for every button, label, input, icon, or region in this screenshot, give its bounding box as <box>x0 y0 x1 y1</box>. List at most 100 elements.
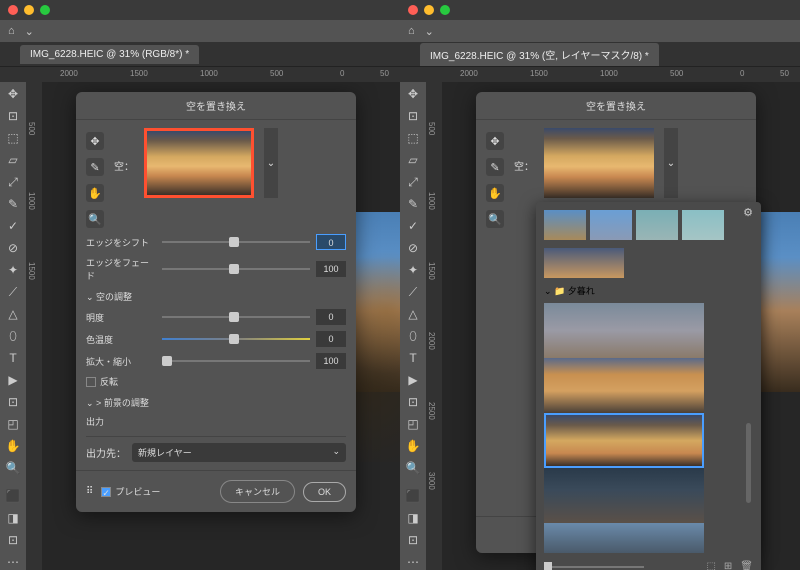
document-tab[interactable]: IMG_6228.HEIC @ 31% (空, レイヤーマスク/8) * <box>420 43 659 66</box>
gear-icon[interactable]: ⚙ <box>743 206 753 219</box>
zoom-sky-icon[interactable]: 🔍 <box>486 210 504 228</box>
scale-value[interactable]: 100 <box>316 353 346 369</box>
mask-mode-icon[interactable]: ◨ <box>4 510 22 526</box>
sky-preset[interactable] <box>544 303 704 358</box>
screen-mode-icon[interactable]: ⊡ <box>404 532 422 548</box>
document-tab[interactable]: IMG_6228.HEIC @ 31% (RGB/8*) * <box>20 45 199 64</box>
eyedropper-tool-icon[interactable]: ✎ <box>4 196 22 212</box>
thumb-zoom-slider[interactable] <box>544 566 644 568</box>
select-tool-icon[interactable]: ▱ <box>4 152 22 168</box>
more-tools-icon[interactable]: ⋯ <box>404 554 422 570</box>
close-dot[interactable] <box>8 5 18 15</box>
eyedropper-tool-icon[interactable]: ✎ <box>404 196 422 212</box>
chevron-down-icon[interactable]: ⌄ <box>425 25 434 38</box>
rect-tool-icon[interactable]: ⊡ <box>4 394 22 410</box>
history-tool-icon[interactable]: ⟋ <box>404 284 422 300</box>
hand-sky-icon[interactable]: ✋ <box>86 184 104 202</box>
sky-dropdown-icon[interactable]: ⌄ <box>664 128 678 198</box>
move-tool-icon[interactable]: ✥ <box>404 86 422 102</box>
ok-button[interactable]: OK <box>303 482 346 502</box>
shape-tool-icon[interactable]: ◰ <box>4 416 22 432</box>
preview-checkbox[interactable]: ✓プレビュー <box>101 485 160 498</box>
new-icon[interactable]: ⊞ <box>724 561 732 570</box>
edge-shift-value[interactable]: 0 <box>316 234 346 250</box>
home-icon[interactable]: ⌂ <box>408 25 415 37</box>
crop-tool-icon[interactable]: ⤢ <box>404 174 422 190</box>
healing-tool-icon[interactable]: ✓ <box>4 218 22 234</box>
edge-fade-value[interactable]: 100 <box>316 261 346 277</box>
select-tool-icon[interactable]: ▱ <box>404 152 422 168</box>
sky-preset[interactable] <box>544 358 704 413</box>
scale-slider[interactable] <box>162 360 310 362</box>
brush-tool-icon[interactable]: ⊘ <box>404 240 422 256</box>
stamp-tool-icon[interactable]: ✦ <box>4 262 22 278</box>
preset-scrollbar[interactable] <box>746 423 751 503</box>
hand-sky-icon[interactable]: ✋ <box>486 184 504 202</box>
marquee-tool-icon[interactable]: ⊡ <box>4 108 22 124</box>
folder-sunset[interactable]: ⌄ 📁 夕暮れ <box>544 284 753 297</box>
path-tool-icon[interactable]: ▶ <box>404 372 422 388</box>
screen-mode-icon[interactable]: ⊡ <box>4 532 22 548</box>
category-thumb[interactable] <box>544 210 586 240</box>
color-temp-slider[interactable] <box>162 338 310 340</box>
sky-preset[interactable] <box>544 468 704 523</box>
brightness-slider[interactable] <box>162 316 310 318</box>
trash-icon[interactable]: 🗑 <box>740 561 753 570</box>
hand-tool-icon[interactable]: ✋ <box>4 438 22 454</box>
marquee-tool-icon[interactable]: ⊡ <box>404 108 422 124</box>
zoom-tool-icon[interactable]: 🔍 <box>4 460 22 476</box>
foreground-section[interactable]: > 前景の調整 <box>86 396 346 409</box>
type-tool-icon[interactable]: T <box>404 350 422 366</box>
move-tool-icon[interactable]: ✥ <box>4 86 22 102</box>
minimize-dot[interactable] <box>24 5 34 15</box>
move-sky-icon[interactable]: ✥ <box>86 132 104 150</box>
canvas-area[interactable]: 500 1000 1500 2000 2500 3000 空を置き換え ✥ ✎ … <box>426 82 800 570</box>
more-tools-icon[interactable]: ⋯ <box>4 554 22 570</box>
path-tool-icon[interactable]: ▶ <box>4 372 22 388</box>
mask-mode-icon[interactable]: ◨ <box>404 510 422 526</box>
shape-tool-icon[interactable]: ◰ <box>404 416 422 432</box>
category-thumb[interactable] <box>636 210 678 240</box>
brush-tool-icon[interactable]: ⊘ <box>4 240 22 256</box>
minimize-dot[interactable] <box>424 5 434 15</box>
edge-fade-slider[interactable] <box>162 268 310 270</box>
maximize-dot[interactable] <box>440 5 450 15</box>
eraser-tool-icon[interactable]: △ <box>4 306 22 322</box>
home-icon[interactable]: ⌂ <box>8 25 15 37</box>
sky-adjust-section[interactable]: 空の調整 <box>86 290 346 303</box>
brightness-value[interactable]: 0 <box>316 309 346 325</box>
close-dot[interactable] <box>408 5 418 15</box>
crop-tool-icon[interactable]: ⤢ <box>4 174 22 190</box>
brush-sky-icon[interactable]: ✎ <box>86 158 104 176</box>
rect-tool-icon[interactable]: ⊡ <box>404 394 422 410</box>
stamp-tool-icon[interactable]: ✦ <box>404 262 422 278</box>
flip-checkbox[interactable]: 反転 <box>86 375 346 388</box>
history-tool-icon[interactable]: ⟋ <box>4 284 22 300</box>
move-sky-icon[interactable]: ✥ <box>486 132 504 150</box>
sky-dropdown-icon[interactable]: ⌄ <box>264 128 278 198</box>
lasso-tool-icon[interactable]: ⬚ <box>404 130 422 146</box>
hand-tool-icon[interactable]: ✋ <box>404 438 422 454</box>
sky-thumbnail[interactable] <box>144 128 254 198</box>
category-thumb[interactable] <box>682 210 724 240</box>
swatch-icon[interactable]: ⠿ <box>86 486 93 497</box>
gradient-tool-icon[interactable]: ⬯ <box>404 328 422 344</box>
zoom-tool-icon[interactable]: 🔍 <box>404 460 422 476</box>
category-thumb[interactable] <box>590 210 632 240</box>
chevron-down-icon[interactable]: ⌄ <box>25 25 34 38</box>
canvas-area[interactable]: 500 1000 1500 空を置き換え ✥ ✎ ✋ 🔍 <box>26 82 400 570</box>
output-select[interactable]: 新規レイヤー ⌄ <box>132 443 346 462</box>
edge-shift-slider[interactable] <box>162 241 310 243</box>
brush-sky-icon[interactable]: ✎ <box>486 158 504 176</box>
cancel-button[interactable]: キャンセル <box>220 480 295 503</box>
sky-preset-selected[interactable] <box>544 413 704 468</box>
sky-thumbnail[interactable] <box>544 128 654 198</box>
maximize-dot[interactable] <box>40 5 50 15</box>
color-swatch-icon[interactable]: ⬛ <box>404 488 422 504</box>
color-temp-value[interactable]: 0 <box>316 331 346 347</box>
eraser-tool-icon[interactable]: △ <box>404 306 422 322</box>
import-icon[interactable]: ⬚ <box>706 561 715 570</box>
sky-preset[interactable] <box>544 523 704 553</box>
healing-tool-icon[interactable]: ✓ <box>404 218 422 234</box>
zoom-sky-icon[interactable]: 🔍 <box>86 210 104 228</box>
